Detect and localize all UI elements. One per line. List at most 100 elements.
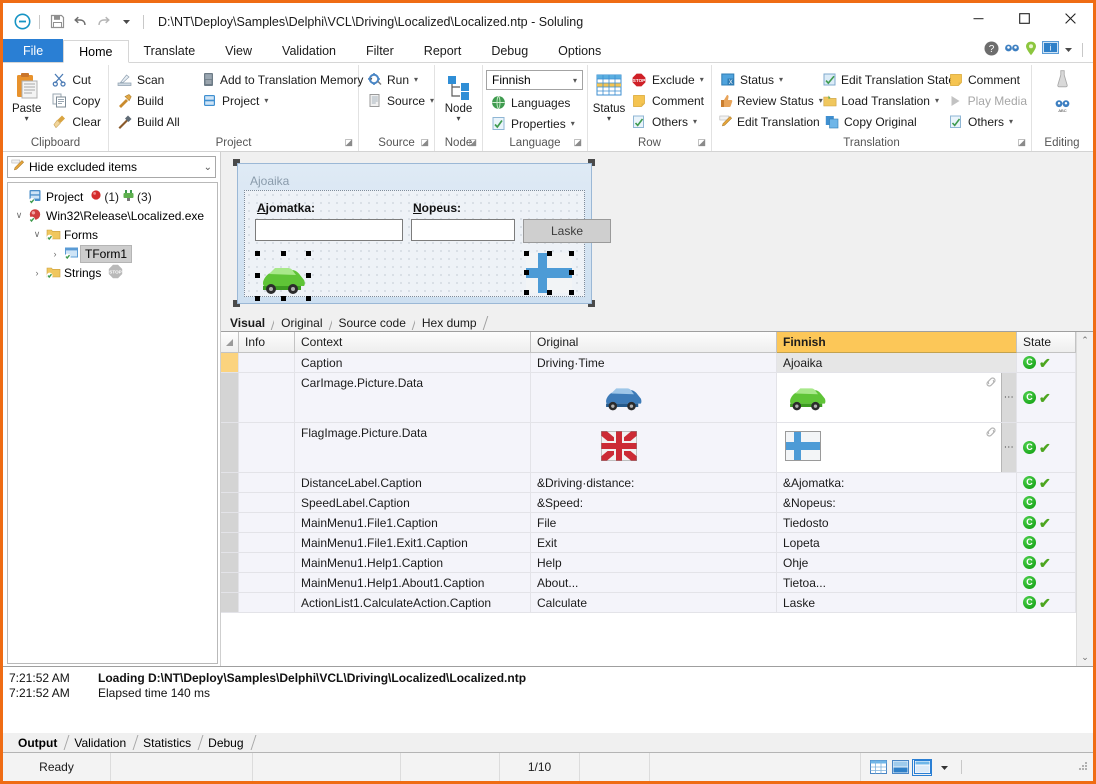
row-translation[interactable]: &Ajomatka: [777,473,1017,492]
row-translation[interactable]: &Nopeus: [777,493,1017,512]
save-icon[interactable] [47,12,67,32]
row-indicator[interactable] [221,533,239,552]
table-row[interactable]: CarImage.Picture.Data ⋯ C ✔ [221,373,1076,423]
hide-excluded-items-dropdown[interactable]: Hide excluded items ⌄ [7,156,216,178]
table-row[interactable]: DistanceLabel.Caption &Driving·distance:… [221,473,1076,493]
output-tab-output[interactable]: Output [11,733,67,752]
glue-button[interactable] [1054,67,1071,93]
form-preview[interactable]: Ajoaika Ajomatka: Nopeus: Laske [233,159,611,307]
close-button[interactable] [1047,3,1093,33]
row-comment-button[interactable]: Comment [627,90,708,111]
row-indicator[interactable] [221,573,239,592]
node-button[interactable]: Node ▾ [438,69,479,123]
split-view-icon[interactable] [891,760,909,775]
grid-header-state[interactable]: State [1017,332,1076,353]
row-indicator[interactable] [221,593,239,612]
help-icon[interactable]: ? [984,41,999,59]
table-row[interactable]: MainMenu1.File1.Exit1.Caption Exit Lopet… [221,533,1076,553]
view-tab-visual[interactable]: Visual [223,315,275,331]
edit-translation-state-button[interactable]: Edit Translation State [819,69,955,90]
cut-button[interactable]: Cut [47,69,105,90]
run-button[interactable]: Run ▾ [362,69,438,90]
chevron-down-icon-12[interactable]: ▾ [1009,117,1013,126]
table-row[interactable]: ActionList1.CalculateAction.Caption Calc… [221,593,1076,613]
chevron-down-icon-6[interactable]: ▾ [571,119,575,128]
tab-options[interactable]: Options [543,39,616,62]
table-row[interactable]: MainMenu1.File1.Caption File Tiedosto C … [221,513,1076,533]
tree-twisty-tform1[interactable]: › [48,249,62,259]
tab-filter[interactable]: Filter [351,39,409,62]
row-status-button[interactable]: Status ▾ [591,69,627,123]
copy-button[interactable]: Copy [47,90,105,111]
edit-translation-button[interactable]: Edit Translation [715,111,820,132]
community-icon[interactable] [1004,42,1020,58]
paste-caret-icon[interactable]: ▾ [25,115,29,123]
node-caret-icon[interactable]: ▾ [456,115,460,123]
chevron-down-icon-13[interactable]: ⌄ [204,162,212,173]
table-row[interactable]: MainMenu1.Help1.About1.Caption About... … [221,573,1076,593]
flag-image[interactable] [524,251,574,295]
row-translation[interactable]: Ohje [777,553,1017,572]
load-translation-button[interactable]: Load Translation ▾ [819,90,943,111]
tab-report[interactable]: Report [409,39,477,62]
build-all-button[interactable]: Build All [112,111,197,132]
maximize-button[interactable] [1001,3,1047,33]
chevron-down-icon-7[interactable]: ▾ [700,75,704,84]
language-dialog-launcher[interactable]: ◪ [573,135,582,150]
grid-header-original[interactable]: Original [531,332,777,353]
grid-header-context[interactable]: Context [295,332,531,353]
chevron-down-icon-8[interactable]: ▾ [693,117,697,126]
speed-edit[interactable] [411,219,515,241]
table-row[interactable]: MainMenu1.Help1.Caption Help Ohje C ✔ [221,553,1076,573]
translation-dialog-launcher[interactable]: ◪ [1017,135,1026,150]
location-icon[interactable] [1025,41,1037,59]
play-media-button[interactable]: Play Media [943,90,1031,111]
view-tab-source-code[interactable]: Source code [331,315,415,331]
project-dialog-launcher[interactable]: ◪ [344,135,353,150]
tree-twisty-strings[interactable]: › [30,268,44,278]
table-row[interactable]: Caption Driving·Time Ajoaika C ✔ [221,353,1076,373]
output-tab-debug[interactable]: Debug [201,733,253,752]
calculate-button[interactable]: Laske [523,219,611,243]
row-translation-image[interactable]: ⋯ [777,373,1017,422]
undo-icon[interactable] [70,12,90,32]
ribbon-more-icon[interactable] [1064,43,1073,57]
soluling-logo-icon[interactable] [12,12,32,32]
project-button[interactable]: Project ▾ [197,90,355,111]
tree-node-exe[interactable]: ∨ Win32\Release\Localized.exe [8,206,217,225]
scan-button[interactable]: Scan [112,69,197,90]
grid-vertical-scrollbar[interactable]: ⌃ ⌄ [1076,332,1093,666]
tab-translate[interactable]: Translate [129,39,211,62]
translation-comment-button[interactable]: Comment [943,69,1031,90]
paste-button[interactable]: Paste ▾ [6,69,47,123]
grid-header-info[interactable]: Info [239,332,295,353]
scroll-up-button[interactable]: ⌃ [1081,332,1089,349]
language-select[interactable]: Finnish ▾ [486,70,583,90]
row-translation[interactable]: Ajoaika [777,353,1017,372]
language-properties-button[interactable]: Properties ▾ [486,113,583,134]
build-button[interactable]: Build [112,90,197,111]
tab-validation[interactable]: Validation [267,39,351,62]
row-translation-image[interactable]: ⋯ [777,423,1017,472]
tab-home[interactable]: Home [63,40,129,63]
link-icon[interactable] [985,376,997,391]
row-translation[interactable]: Lopeta [777,533,1017,552]
open-editor-button[interactable]: ⋯ [1001,423,1016,472]
open-editor-button[interactable]: ⋯ [1001,373,1016,422]
row-indicator[interactable] [221,473,239,492]
tab-file[interactable]: File [3,39,64,62]
scroll-down-button[interactable]: ⌄ [1081,649,1089,666]
row-translation[interactable]: Tietoa... [777,573,1017,592]
tree-node-forms[interactable]: ∨ Forms [8,225,217,244]
spell-check-button[interactable]: ABC [1054,93,1071,119]
translation-others-button[interactable]: Others ▾ [943,111,1031,132]
chevron-down-icon-5[interactable]: ▾ [573,76,580,85]
row-indicator-selected[interactable] [221,353,239,372]
distance-edit[interactable] [255,219,403,241]
view-tab-original[interactable]: Original [274,315,332,331]
chevron-down-icon-2[interactable]: ▾ [264,96,268,105]
table-row[interactable]: SpeedLabel.Caption &Speed: &Nopeus: C [221,493,1076,513]
row-translation[interactable]: Tiedosto [777,513,1017,532]
row-others-button[interactable]: Others ▾ [627,111,708,132]
row-indicator[interactable] [221,513,239,532]
